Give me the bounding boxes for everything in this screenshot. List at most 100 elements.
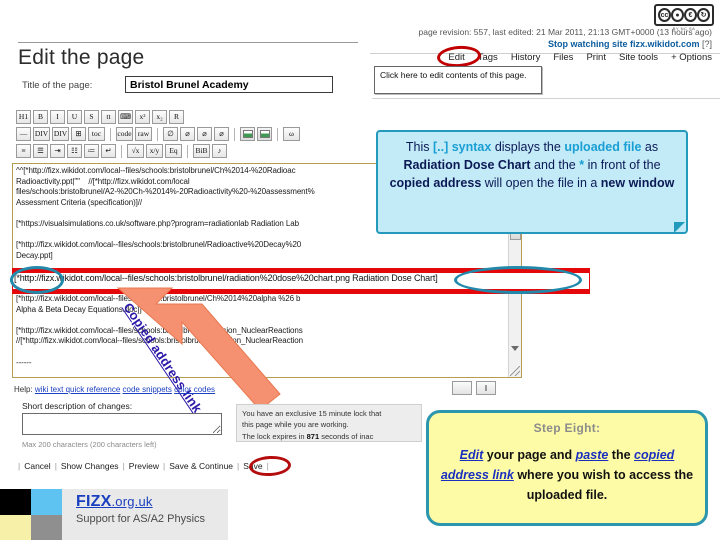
editor-content-bottom: [*http://fizx.wikidot.com/local--files/s… (16, 294, 303, 367)
swatch-blue (31, 489, 62, 515)
toolbar-separator (157, 127, 158, 141)
watch-site-link[interactable]: Stop watching site fizx.wikidot.com [?] (340, 39, 712, 49)
unlink-button[interactable]: ⌀ (180, 127, 195, 141)
image-gallery-button[interactable] (257, 127, 272, 141)
superscript-button[interactable]: x² (135, 110, 150, 124)
tab-options[interactable]: + Options (671, 52, 712, 63)
italic-button[interactable]: I (50, 110, 65, 124)
lock-notice-line-2: this page while you are working. (242, 420, 349, 430)
raw-text-button[interactable]: raw (135, 127, 152, 141)
callout-chart-name: Radiation Dose Chart (403, 158, 531, 172)
title-field-label: Title of the page: (22, 80, 93, 91)
subscript-button[interactable]: x₂ (152, 110, 167, 124)
help-prefix: Help: (14, 385, 35, 394)
show-changes-button[interactable]: Show Changes (61, 461, 119, 471)
bold-button[interactable]: B (33, 110, 48, 124)
div-inline-button[interactable]: DIV (52, 127, 69, 141)
lock-expiry-prefix: The lock expires in (242, 431, 307, 441)
divider-heading (18, 42, 358, 43)
help-links-row: Help: wiki text quick reference code sni… (14, 385, 215, 394)
external-link-button[interactable]: ⌀ (214, 127, 229, 141)
callout-seg-7: and the (530, 158, 580, 172)
resize-handle-icon[interactable] (510, 366, 520, 376)
fizx-brand-domain: .org.uk (111, 494, 153, 509)
fizx-footer-logo: FIZX.org.uk Support for AS/A2 Physics (0, 489, 228, 540)
raw-button[interactable]: R (169, 110, 184, 124)
footnote-button[interactable]: ♪ (212, 144, 227, 158)
insert-image-button[interactable] (240, 127, 255, 141)
line-break-button[interactable]: ↵ (101, 144, 116, 158)
swatch-black (0, 489, 31, 515)
lock-notice-line-3: The lock expires in 871 seconds of inac (242, 431, 416, 442)
divider-below-tooltip (372, 98, 720, 99)
swatch-gray (31, 514, 62, 540)
tab-history[interactable]: History (511, 52, 541, 63)
save-continue-button[interactable]: Save & Continue (169, 461, 233, 471)
callout-uploaded-file: uploaded file (564, 140, 642, 154)
tab-site-tools[interactable]: Site tools (619, 52, 658, 63)
title-input[interactable] (125, 76, 333, 93)
math-button[interactable]: √x (127, 144, 144, 158)
div-block-button[interactable]: DIV (33, 127, 50, 141)
watch-site-name: fizx.wikidot.com (629, 39, 700, 49)
help-link-color-codes[interactable]: color codes (174, 385, 215, 394)
definition-list-button[interactable]: ≔ (84, 144, 99, 158)
fizx-tagline: Support for AS/A2 Physics (76, 513, 206, 525)
preview-button[interactable]: Preview (129, 461, 159, 471)
numbered-list-button[interactable]: ≡ (16, 144, 31, 158)
horizontal-rule-button[interactable]: — (16, 127, 31, 141)
step-part-4: the (608, 448, 635, 462)
teletype-button[interactable]: tt (101, 110, 116, 124)
watch-help-marker: [?] (699, 39, 712, 49)
step-part-6: where you wish to access the uploaded fi… (513, 468, 694, 502)
editor-toolbar-row-1: H1 B I U S tt ⌨ x² x₂ R (16, 110, 184, 124)
fizx-brand[interactable]: FIZX.org.uk (76, 493, 205, 511)
heading-button[interactable]: H1 (16, 110, 31, 124)
editor-footer-buttons: I (452, 381, 496, 395)
cancel-button[interactable]: Cancel (24, 461, 50, 471)
strikethrough-button[interactable]: S (84, 110, 99, 124)
help-link-wiki-reference[interactable]: wiki text quick reference (35, 385, 120, 394)
watch-prefix: Stop watching site (547, 39, 630, 49)
toolbar-separator (121, 144, 122, 158)
star-prefix-ellipse (10, 266, 64, 294)
inline-math-button[interactable]: x/y (146, 144, 163, 158)
button-separator: | (122, 461, 125, 471)
toolbar-separator (110, 127, 111, 141)
symbol-button[interactable]: ω (283, 127, 300, 141)
changes-description-input[interactable] (22, 413, 222, 435)
tab-print[interactable]: Print (586, 52, 606, 63)
cc-icon: cc (658, 8, 671, 22)
step-body: Edit your page and paste the copied addr… (429, 445, 705, 505)
equation-ref-button[interactable]: Eq (165, 144, 182, 158)
anchor-button[interactable]: ⌀ (197, 127, 212, 141)
tab-files[interactable]: Files (553, 52, 573, 63)
outdent-button[interactable]: ☷ (67, 144, 82, 158)
edit-tooltip: Click here to edit contents of this page… (374, 66, 542, 94)
edit-lock-notice: You have an exclusive 15 minute lock tha… (236, 404, 422, 442)
link-button[interactable]: ∅ (163, 127, 178, 141)
callout-syntax-token: [..] syntax (432, 140, 492, 154)
editor-small-button-2[interactable]: I (476, 381, 496, 395)
bullet-list-button[interactable]: ☰ (33, 144, 48, 158)
callout-seg-9: in front of the (584, 158, 661, 172)
step-instruction-box: Step Eight: Edit your page and paste the… (426, 410, 708, 526)
scroll-down-icon[interactable] (511, 346, 519, 351)
cc-nc-icon: € (684, 8, 697, 22)
fizx-color-swatches (0, 489, 62, 540)
editor-small-button-1[interactable] (452, 381, 472, 395)
underline-button[interactable]: U (67, 110, 82, 124)
special-char-button[interactable]: ⌨ (118, 110, 133, 124)
table-button[interactable]: ⊞ (71, 127, 86, 141)
help-link-code-snippets[interactable]: code snippets (123, 385, 172, 394)
changes-description-label: Short description of changes: (22, 401, 133, 411)
callout-seg-1: This (405, 140, 433, 154)
bibliography-button[interactable]: BiB (193, 144, 210, 158)
code-button[interactable]: code (116, 127, 133, 141)
toolbar-separator (187, 144, 188, 158)
indent-button[interactable]: ⇥ (50, 144, 65, 158)
swatch-yellow (0, 514, 31, 540)
callout-seg-5: as (641, 140, 659, 154)
toc-button[interactable]: toc (88, 127, 105, 141)
callout-seg-11: will open the file in a (481, 176, 601, 190)
